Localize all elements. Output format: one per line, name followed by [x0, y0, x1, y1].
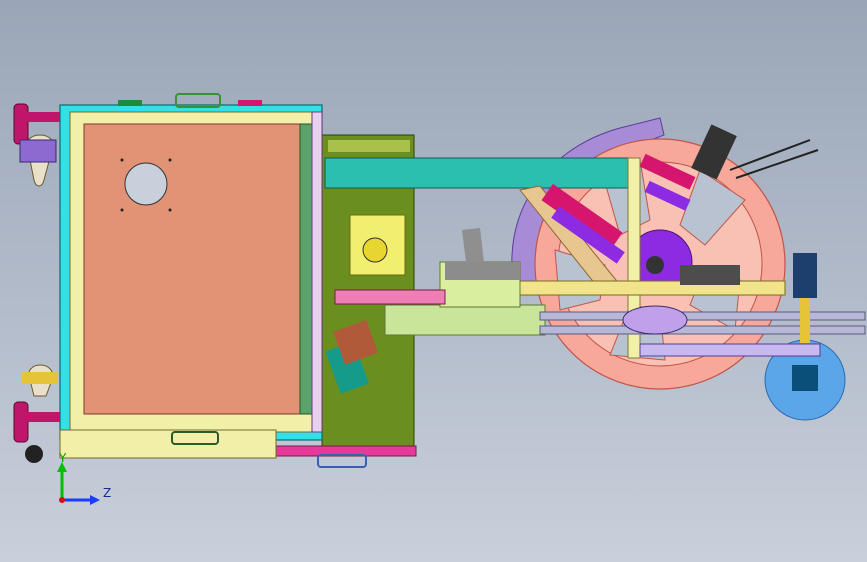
- top-clip: [118, 100, 142, 106]
- cabinet-edge: [311, 111, 323, 433]
- belt-pulley: [622, 305, 688, 335]
- panel-hole: [124, 162, 168, 206]
- top-beam: [324, 157, 641, 189]
- triad-label-y: Y: [59, 451, 67, 465]
- triad-origin: [59, 497, 65, 503]
- gauge-housing: [793, 253, 817, 298]
- gauge-rod: [800, 298, 810, 343]
- cabinet-skirt: [59, 429, 277, 459]
- slide-bracket: [462, 228, 484, 262]
- flywheel-axle: [646, 256, 664, 274]
- sensor-ring: [362, 237, 388, 263]
- lower-slide-bar: [639, 343, 821, 357]
- cabinet-panel: [83, 123, 301, 415]
- triad-arrow-z: [90, 495, 100, 505]
- panel-bolt: [120, 158, 124, 162]
- cad-viewport[interactable]: Y Z: [0, 0, 867, 562]
- actuator-cylinder: [680, 265, 740, 285]
- bottom-handle-right: [317, 454, 367, 468]
- assembly-drawing: [13, 93, 866, 505]
- guide-rail-upper: [519, 280, 786, 296]
- base-plate-top-rail: [328, 140, 410, 152]
- pink-slide: [334, 289, 446, 305]
- panel-bolt: [120, 208, 124, 212]
- guide-rail-lower: [384, 304, 546, 336]
- drive-belt-lower: [539, 325, 866, 335]
- axis-triad: [57, 462, 100, 505]
- drive-belt-upper: [539, 311, 866, 321]
- pulley-block: [792, 365, 818, 391]
- cabinet-side-rail: [299, 123, 313, 415]
- panel-bolt: [168, 208, 172, 212]
- top-clip: [238, 100, 262, 106]
- panel-bolt: [168, 158, 172, 162]
- cabinet-frame: [59, 93, 323, 459]
- triad-label-z: Z: [103, 486, 112, 500]
- center-slide-cap: [445, 262, 520, 280]
- caster-wheels: [13, 103, 60, 463]
